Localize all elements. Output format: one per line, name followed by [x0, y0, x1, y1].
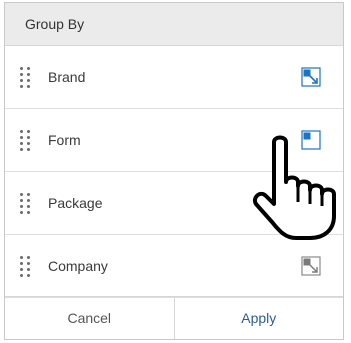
group-by-panel: Group By Brand Form Package Company Canc… — [4, 2, 344, 340]
group-by-header: Group By — [5, 3, 343, 46]
group-item-label: Package — [48, 195, 103, 211]
group-by-title: Group By — [25, 16, 85, 32]
group-item-label: Company — [48, 258, 108, 274]
expand-toggle-icon[interactable] — [301, 130, 321, 150]
group-item-label: Form — [48, 132, 81, 148]
drag-handle-icon[interactable] — [20, 256, 32, 277]
apply-button[interactable]: Apply — [175, 297, 344, 339]
expand-toggle-icon[interactable] — [301, 67, 321, 87]
drag-handle-icon[interactable] — [20, 130, 32, 151]
expand-toggle-icon[interactable] — [301, 256, 321, 276]
group-item-form[interactable]: Form — [5, 109, 343, 172]
drag-handle-icon[interactable] — [20, 193, 32, 214]
group-item-brand[interactable]: Brand — [5, 46, 343, 109]
drag-handle-icon[interactable] — [20, 67, 32, 88]
group-item-package[interactable]: Package — [5, 172, 343, 235]
group-item-company[interactable]: Company — [5, 235, 343, 298]
cancel-button[interactable]: Cancel — [5, 297, 175, 339]
group-item-label: Brand — [48, 69, 86, 85]
panel-footer: Cancel Apply — [5, 296, 343, 339]
